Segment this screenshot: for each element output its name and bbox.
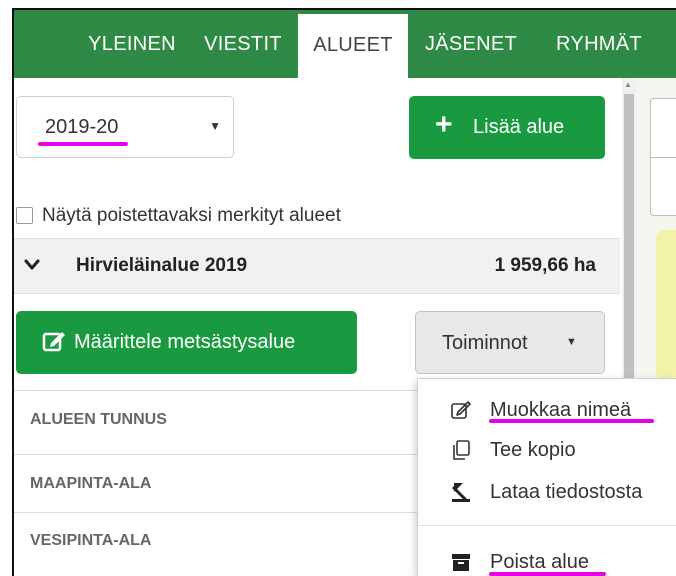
add-area-button[interactable]: + Lisää alue [409, 96, 605, 159]
tab-viestit[interactable]: VIESTIT [194, 10, 292, 78]
highlight-underline-season [38, 142, 128, 146]
highlight-underline-delete [489, 572, 606, 576]
info-row-label: MAAPINTA-ALA [30, 475, 152, 492]
menu-item-rename[interactable]: Muokkaa nimeä [418, 391, 676, 431]
area-header[interactable]: Hirvieläinalue 2019 1 959,66 ha [14, 238, 620, 294]
menu-divider [418, 525, 676, 526]
show-deleted-label: Näytä poistettavaksi merkityt alueet [42, 205, 341, 226]
menu-item-label: Poista alue [490, 551, 589, 573]
tab-yleinen[interactable]: YLEINEN [76, 10, 188, 78]
upload-icon [450, 481, 472, 503]
season-select[interactable]: 2019-20 ▼ [16, 96, 234, 158]
copy-icon [450, 439, 472, 461]
area-name: Hirvieläinalue 2019 [76, 255, 248, 276]
chevron-down-icon: ▼ [209, 119, 221, 133]
scrollbar-thumb[interactable] [624, 94, 634, 378]
menu-item-label: Tee kopio [490, 439, 576, 461]
edit-icon [42, 329, 68, 355]
tab-alueet[interactable]: ALUEET [298, 14, 408, 78]
pencil-square-icon [450, 399, 472, 421]
top-nav: YLEINEN VIESTIT ALUEET JÄSENET RYHMÄT [14, 10, 676, 78]
highlight-underline-rename [489, 419, 654, 423]
menu-item-label: Lataa tiedostosta [490, 481, 643, 503]
screenshot-frame: YLEINEN VIESTIT ALUEET JÄSENET RYHMÄT 20… [0, 0, 676, 576]
define-hunting-area-button[interactable]: Määrittele metsästysalue [16, 311, 357, 374]
area-size: 1 959,66 ha [494, 255, 596, 276]
info-row-label: VESIPINTA-ALA [30, 532, 152, 549]
plus-icon: + [435, 108, 453, 141]
tools-menu: Muokkaa nimeä Tee kopio Lataa tiedostost… [417, 378, 676, 576]
info-row-label: ALUEEN TUNNUS [30, 411, 167, 428]
tab-jasenet[interactable]: JÄSENET [416, 10, 526, 78]
caret-down-icon: ▼ [566, 336, 577, 348]
chevron-down-icon[interactable] [24, 255, 40, 276]
tools-label: Toiminnot [442, 332, 528, 354]
map-area-shape [656, 230, 676, 380]
define-hunting-area-label: Määrittele metsästysalue [74, 331, 296, 353]
add-area-label: Lisää alue [473, 116, 565, 138]
scroll-up-icon[interactable]: ▲ [624, 80, 632, 89]
archive-icon [450, 551, 472, 573]
tab-ryhmat[interactable]: RYHMÄT [536, 10, 662, 78]
show-deleted-checkbox[interactable] [16, 207, 33, 224]
menu-item-upload[interactable]: Lataa tiedostosta [418, 473, 676, 513]
map-zoom-divider [650, 157, 676, 158]
season-select-value: 2019-20 [45, 116, 119, 138]
tools-dropdown-button[interactable]: Toiminnot ▼ [415, 311, 605, 374]
menu-item-copy[interactable]: Tee kopio [418, 431, 676, 471]
